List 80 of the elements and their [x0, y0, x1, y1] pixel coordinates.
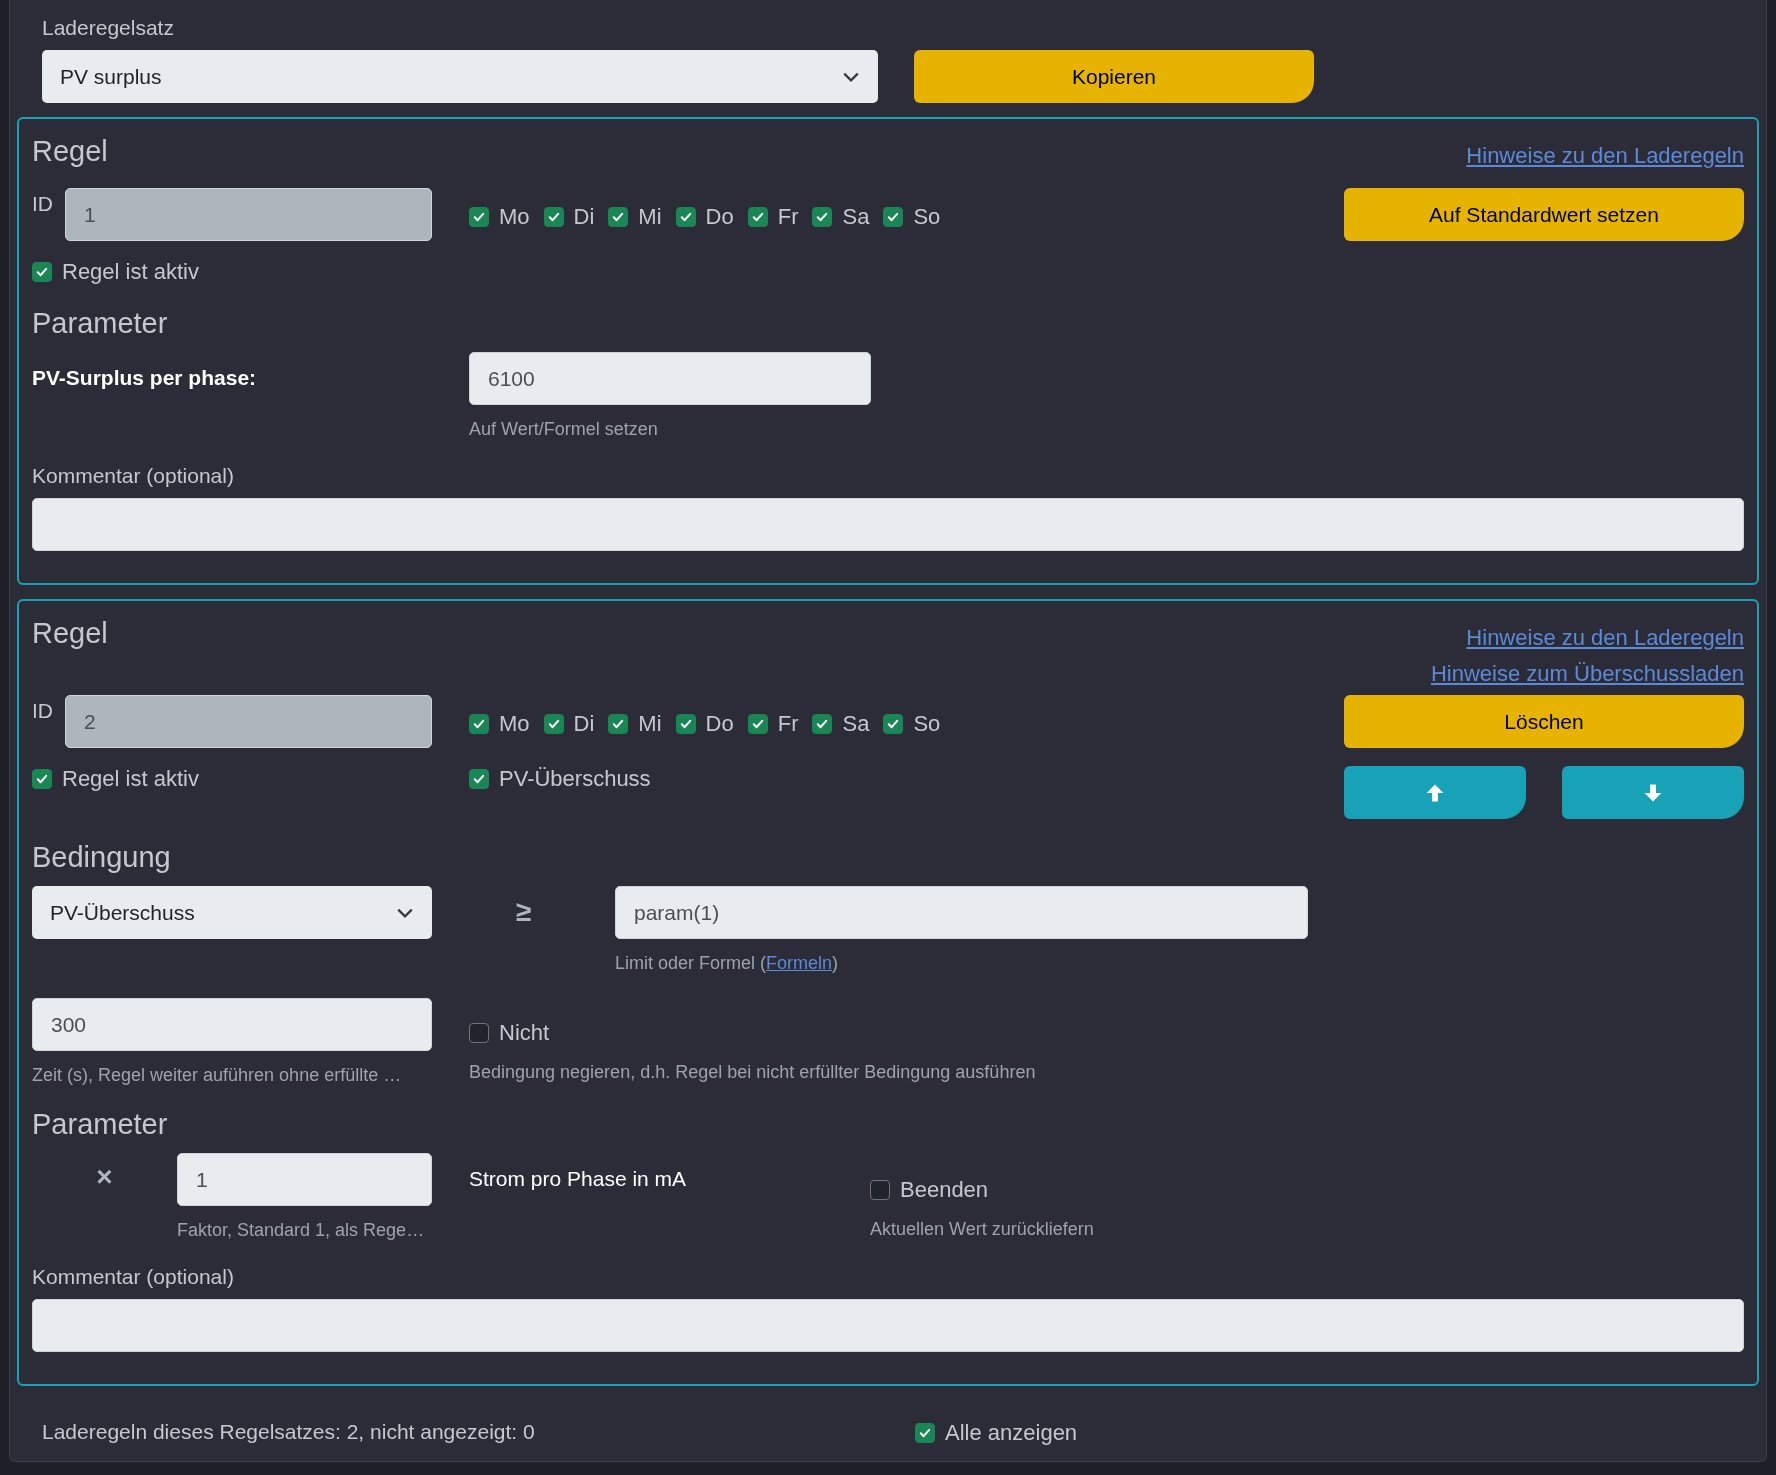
checkbox-label: Mo: [499, 710, 530, 737]
checkbox-label: Regel ist aktiv: [62, 766, 199, 792]
section-heading: Regel: [32, 617, 108, 650]
field-hint: Faktor, Standard 1, als Rege…: [177, 1220, 426, 1241]
checkbox[interactable]: [543, 206, 564, 227]
checkbox-label: Fr: [777, 203, 799, 230]
comment-label: Kommentar (optional): [32, 464, 235, 488]
limit-field[interactable]: param(1): [615, 886, 1308, 939]
section-heading: Regel: [32, 135, 108, 168]
checkbox[interactable]: [870, 1180, 890, 1200]
help-link[interactable]: Hinweise zum Überschussladen: [1430, 661, 1744, 687]
comment-label: Kommentar (optional): [32, 1265, 235, 1289]
checkbox-label: Mi: [638, 710, 662, 737]
parameter-field[interactable]: 6100: [469, 352, 871, 405]
id-label: ID: [32, 191, 53, 216]
checkbox[interactable]: [543, 713, 564, 734]
checkbox-label: Nicht: [499, 1020, 550, 1046]
section-heading: Parameter: [32, 1108, 169, 1141]
field-hint: Aktuellen Wert zurückliefern: [870, 1219, 1094, 1240]
checkbox-label: So: [913, 203, 941, 230]
checkbox-label: Beenden: [900, 1177, 989, 1203]
help-link[interactable]: Hinweise zu den Laderegeln: [1466, 143, 1744, 169]
condition-select[interactable]: PV-Überschuss: [32, 886, 432, 939]
parameter-label: PV-Surplus per phase:: [32, 365, 258, 391]
operator-symbol: ≥: [515, 896, 532, 927]
checkmark-icon: [472, 772, 486, 786]
checkbox-label: Fr: [777, 710, 799, 737]
checkbox-label: Alle anzeigen: [945, 1420, 1078, 1446]
checkbox[interactable]: [469, 1023, 489, 1043]
id-label: ID: [32, 698, 53, 723]
checkbox[interactable]: [32, 769, 52, 789]
checkbox[interactable]: [675, 206, 696, 227]
checkbox[interactable]: [469, 713, 489, 734]
delete-button[interactable]: Löschen: [1344, 695, 1744, 748]
checkbox-label: Sa: [842, 203, 870, 230]
checkbox[interactable]: [675, 713, 696, 734]
multiply-symbol: ×: [96, 1161, 113, 1192]
section-heading: Bedingung: [32, 841, 172, 874]
checkbox[interactable]: [469, 769, 489, 789]
checkbox-label: Sa: [842, 710, 870, 737]
checkbox[interactable]: [812, 713, 833, 734]
help-link[interactable]: Hinweise zu den Laderegeln: [1466, 625, 1744, 651]
comment-field[interactable]: [32, 1299, 1744, 1352]
rule-set-select[interactable]: PV surplus: [42, 50, 878, 103]
summary-text: Laderegeln dieses Regelsatzes: 2, nicht angezeigt: 0: [42, 1420, 536, 1445]
section-heading: Parameter: [32, 307, 169, 340]
checkbox[interactable]: [915, 1423, 935, 1443]
checkmark-icon: [35, 772, 49, 786]
checkmark-icon: [918, 1426, 932, 1440]
field-hint: Zeit (s), Regel weiter auführen ohne erfüllte …: [32, 1065, 403, 1086]
checkbox-label: Do: [705, 710, 734, 737]
copy-button[interactable]: Kopieren: [914, 50, 1314, 103]
checkbox-label: Mi: [638, 203, 662, 230]
time-field[interactable]: 300: [32, 998, 432, 1051]
checkmark-icon: [35, 265, 49, 279]
field-hint: Auf Wert/Formel setzen: [469, 419, 659, 440]
checkbox[interactable]: [883, 713, 904, 734]
checkbox-label: So: [913, 710, 941, 737]
checkbox[interactable]: [883, 206, 904, 227]
checkbox-label: Do: [705, 203, 734, 230]
checkbox-label: Regel ist aktiv: [62, 259, 199, 285]
rule-set-label: Laderegelsatz: [42, 16, 175, 40]
checkbox[interactable]: [608, 206, 629, 227]
checkbox[interactable]: [608, 713, 629, 734]
field-hint: Bedingung negieren, d.h. Regel bei nicht erfüllter Bedingung ausführen: [469, 1062, 1036, 1083]
factor-field[interactable]: 1: [177, 1153, 432, 1206]
checkbox-label: Mo: [499, 203, 530, 230]
comment-field[interactable]: [32, 498, 1744, 551]
checkbox[interactable]: [469, 206, 489, 227]
checkbox-label: Di: [573, 710, 595, 737]
field-hint: Limit oder Formel (Formeln): [615, 953, 840, 974]
reset-button[interactable]: Auf Standardwert setzen: [1344, 188, 1744, 241]
checkbox[interactable]: [747, 206, 768, 227]
checkbox[interactable]: [812, 206, 833, 227]
formulas-link[interactable]: Formeln: [766, 953, 833, 973]
checkbox-label: PV-Überschuss: [499, 766, 651, 792]
checkbox-label: Di: [573, 203, 595, 230]
checkbox[interactable]: [32, 262, 52, 282]
checkbox[interactable]: [747, 713, 768, 734]
parameter-label: Strom pro Phase in mA: [469, 1166, 688, 1191]
